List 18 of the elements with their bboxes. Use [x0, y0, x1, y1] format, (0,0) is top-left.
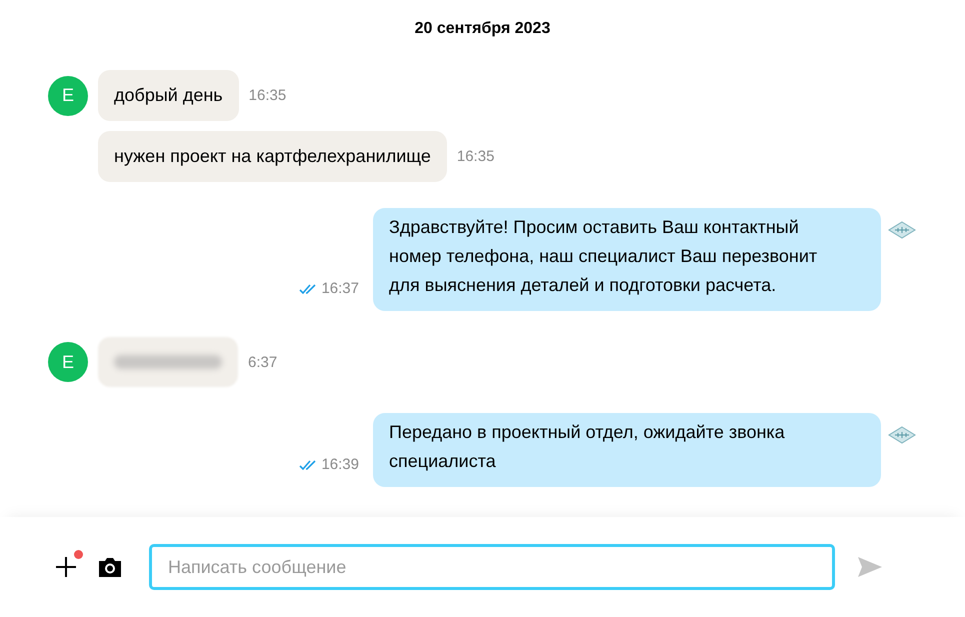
message-bubble: нужен проект на картфелехранилище: [98, 131, 447, 182]
avatar: E: [48, 342, 88, 382]
message-time: 16:35: [248, 87, 286, 104]
message-time: 16:39: [321, 456, 359, 473]
diamond-logo-icon: [887, 220, 917, 240]
message-time: 6:37: [248, 354, 278, 370]
plus-icon: [54, 555, 78, 579]
message-bubble: Здравствуйте! Просим оставить Ваш контактный номер телефона, наш специалист Ваш перезвонит для выяснения деталей и подготовки расчета.: [373, 208, 881, 311]
diamond-logo-icon: [887, 425, 917, 445]
avatar: E: [48, 76, 88, 116]
camera-icon: [97, 556, 123, 578]
send-icon: [857, 556, 883, 578]
message-time: 16:37: [321, 280, 359, 297]
message-time: 16:35: [456, 148, 494, 165]
message-bubble: Передано в проектный отдел, ожидайте звонка специалиста: [373, 413, 881, 487]
message-input[interactable]: Написать сообщение: [149, 544, 835, 590]
date-label: 20 сентября 2023: [414, 20, 552, 38]
message-bubble: добрый день: [98, 70, 239, 121]
